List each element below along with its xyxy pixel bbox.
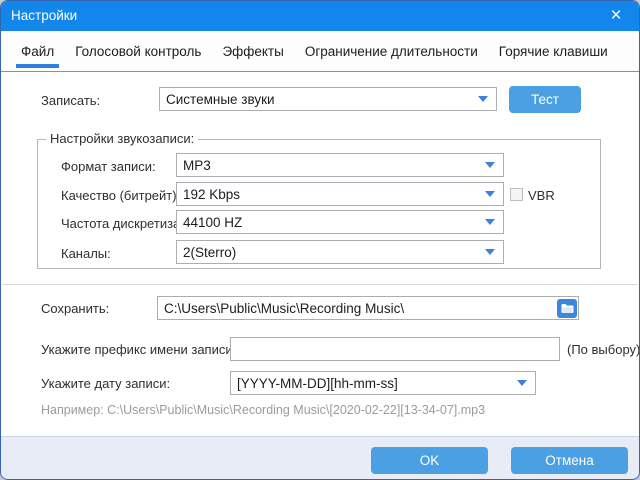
cancel-button[interactable]: Отмена: [511, 447, 628, 474]
prefix-optional-hint: (По выбору): [567, 342, 640, 357]
chevron-down-icon: [485, 249, 495, 255]
settings-dialog: Настройки × Файл Голосовой контроль Эффе…: [0, 0, 640, 480]
chevron-down-icon: [485, 162, 495, 168]
channels-label: Каналы:: [61, 246, 111, 261]
chevron-down-icon: [517, 380, 527, 386]
sample-rate-select[interactable]: 44100 HZ: [176, 210, 504, 234]
channels-value: 2(Sterro): [183, 245, 236, 260]
test-button[interactable]: Тест: [509, 86, 581, 113]
vbr-checkbox[interactable]: [510, 188, 523, 201]
chevron-down-icon: [485, 191, 495, 197]
tab-effects[interactable]: Эффекты: [220, 31, 285, 71]
section-divider: [2, 284, 638, 285]
tab-duration-limit[interactable]: Ограничение длительности: [303, 31, 480, 71]
record-source-select[interactable]: Системные звуки: [159, 87, 497, 111]
recording-settings-group-title: Настройки звукозаписи:: [46, 131, 198, 146]
ok-button[interactable]: OK: [371, 447, 488, 474]
prefix-input[interactable]: [230, 337, 560, 361]
title-bar: Настройки ×: [1, 1, 639, 31]
prefix-label: Укажите префикс имени записи: [41, 342, 233, 357]
browse-folder-button[interactable]: [557, 299, 577, 318]
vbr-label: VBR: [528, 188, 555, 203]
sample-rate-value: 44100 HZ: [183, 215, 242, 230]
close-icon[interactable]: ×: [599, 1, 633, 31]
window-title: Настройки: [11, 1, 77, 31]
folder-icon: [561, 303, 574, 314]
chevron-down-icon: [485, 219, 495, 225]
filename-example-text: Например: C:\Users\Public\Music\Recordin…: [41, 403, 485, 417]
format-label: Формат записи:: [61, 159, 156, 174]
tab-file[interactable]: Файл: [19, 31, 56, 71]
date-format-value: [YYYY-MM-DD][hh-mm-ss]: [237, 376, 398, 391]
record-label: Записать:: [41, 93, 100, 108]
bitrate-value: 192 Kbps: [183, 187, 240, 202]
tab-bar: Файл Голосовой контроль Эффекты Ограниче…: [1, 31, 639, 72]
bitrate-label: Качество (битрейт): [61, 188, 177, 203]
format-select[interactable]: MP3: [176, 153, 504, 177]
format-value: MP3: [183, 158, 211, 173]
date-format-select[interactable]: [YYYY-MM-DD][hh-mm-ss]: [230, 371, 536, 395]
tab-voice-control[interactable]: Голосовой контроль: [73, 31, 203, 71]
date-format-label: Укажите дату записи:: [41, 376, 170, 391]
save-path-input[interactable]: [157, 296, 579, 320]
record-source-value: Системные звуки: [166, 92, 275, 107]
bitrate-select[interactable]: 192 Kbps: [176, 182, 504, 206]
channels-select[interactable]: 2(Sterro): [176, 240, 504, 264]
chevron-down-icon: [478, 96, 488, 102]
save-label: Сохранить:: [41, 301, 109, 316]
tab-hotkeys[interactable]: Горячие клавиши: [497, 31, 610, 71]
